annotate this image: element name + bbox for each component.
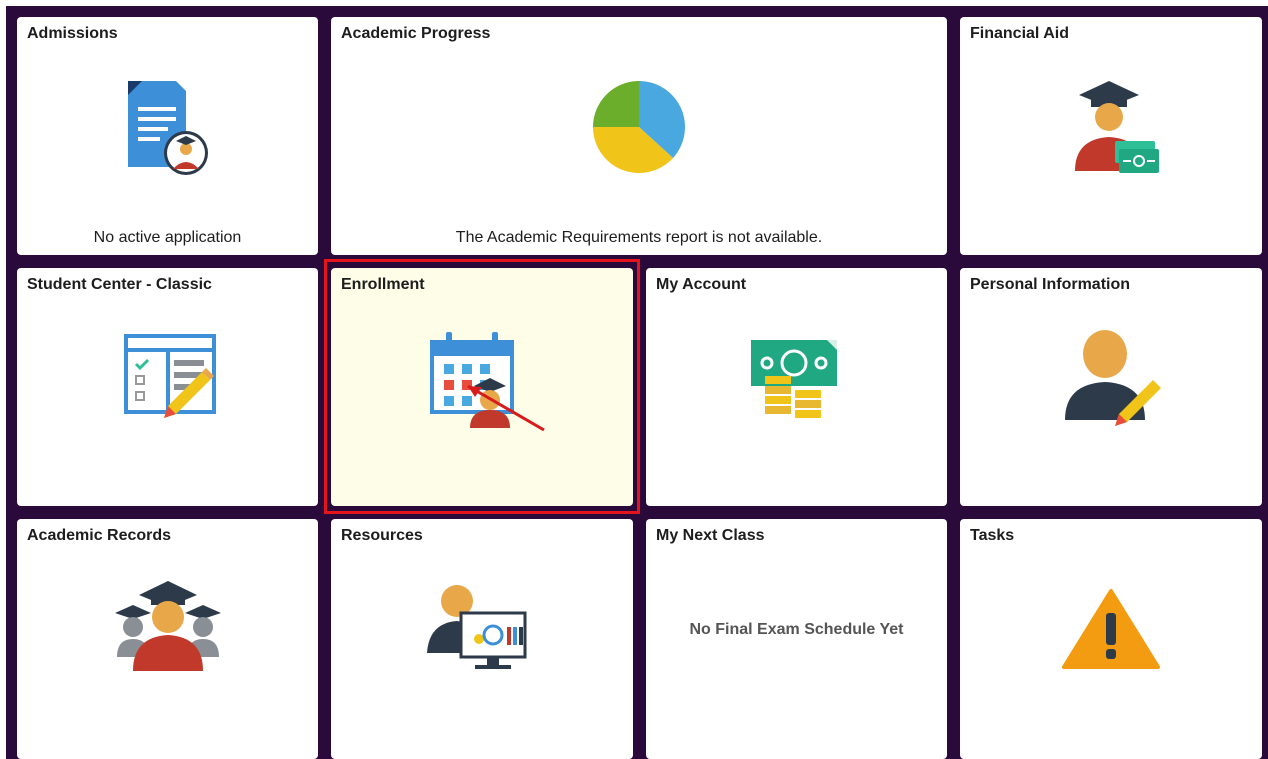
academic-progress-status-text: The Academic Requirements report is not … [455,229,823,246]
tile-tasks[interactable]: Tasks [960,519,1262,759]
tile-title: My Next Class [656,527,765,544]
calendar-student-icon [331,328,633,438]
tile-title: My Account [656,276,747,293]
graduates-group-icon [17,579,318,679]
tile-academic-records[interactable]: Academic Records [17,519,318,759]
pie-chart-icon [331,81,947,173]
graduate-money-icon [960,79,1262,179]
tile-title: Enrollment [341,276,425,293]
person-edit-icon [960,328,1262,428]
tile-title: Tasks [970,527,1015,544]
tile-financial-aid[interactable]: Financial Aid [960,17,1262,255]
tile-title: Academic Progress [341,25,491,42]
tile-academic-progress[interactable]: Academic Progress The Academic Requireme… [331,17,947,255]
tile-title: Financial Aid [970,25,1069,42]
tile-enrollment[interactable]: Enrollment [331,268,633,506]
checklist-edit-icon [17,332,318,422]
tile-my-next-class[interactable]: My Next Class No Final Exam Schedule Yet [646,519,947,759]
tile-my-account[interactable]: My Account [646,268,947,506]
tile-title: Personal Information [970,276,1131,293]
document-student-icon [17,79,318,179]
tile-personal-information[interactable]: Personal Information [960,268,1262,506]
money-coins-icon [646,338,947,428]
next-class-message: No Final Exam Schedule Yet [689,621,904,638]
tile-title: Academic Records [27,527,172,544]
admissions-status-text: No active application [93,229,242,246]
tile-title: Student Center - Classic [27,276,212,293]
warning-icon [960,587,1262,671]
tile-student-center-classic[interactable]: Student Center - Classic [17,268,318,506]
presenter-screen-icon [331,583,633,673]
tile-resources[interactable]: Resources [331,519,633,759]
tile-title: Resources [341,527,423,544]
tile-title: Admissions [27,25,118,42]
tile-admissions[interactable]: Admissions No active application [17,17,318,255]
